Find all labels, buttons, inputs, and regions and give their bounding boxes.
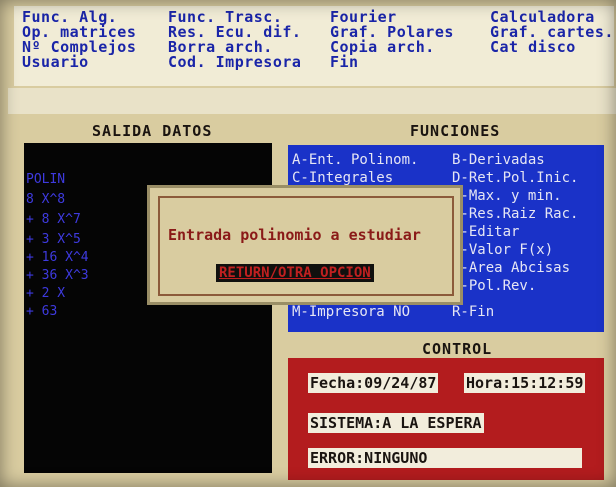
return-option-button[interactable]: RETURN/OTRA OPCION — [216, 264, 374, 282]
dialog-frame: Entrada polinomio a estudiar RETURN/OTRA… — [158, 196, 454, 296]
function-impresora[interactable]: M-Impresora NO — [292, 305, 410, 319]
status-stripe — [8, 88, 616, 114]
function-ent-polinom[interactable]: A-Ent. Polinom. — [292, 153, 418, 167]
menu-column-4: Calculadora Graf. cartes. Cat disco — [490, 10, 614, 55]
main-menu: Func. Alg. Op. matrices Nº Complejos Usu… — [14, 6, 614, 86]
output-line: + 2 X — [26, 286, 66, 301]
output-line: + 16 X^4 — [26, 250, 89, 265]
output-line: + 36 X^3 — [26, 268, 89, 283]
dialog-prompt: Entrada polinomio a estudiar — [168, 226, 421, 244]
output-line: POLIN — [26, 172, 66, 187]
function-res-raiz-rac[interactable]: H-Res.Raiz Rac. — [452, 207, 578, 221]
output-line: + 8 X^7 — [26, 212, 81, 227]
system-status: SISTEMA:A LA ESPERA — [308, 413, 484, 433]
error-status: ERROR:NINGUNO — [308, 448, 582, 468]
menu-column-2: Func. Trasc. Res. Ecu. dif. Borra arch. … — [168, 10, 301, 70]
menu-item-usuario[interactable]: Usuario — [22, 55, 136, 70]
function-derivadas[interactable]: B-Derivadas — [452, 153, 545, 167]
functions-title: FUNCIONES — [410, 122, 501, 140]
control-title: CONTROL — [422, 340, 493, 358]
function-fin[interactable]: R-Fin — [452, 305, 494, 319]
date-field: Fecha:09/24/87 — [308, 373, 439, 393]
time-field: Hora:15:12:59 — [464, 373, 586, 393]
menu-item-cod-impresora[interactable]: Cod. Impresora — [168, 55, 301, 70]
menu-column-1: Func. Alg. Op. matrices Nº Complejos Usu… — [22, 10, 136, 70]
output-line: 8 X^8 — [26, 192, 66, 207]
function-ret-pol-inic[interactable]: D-Ret.Pol.Inic. — [452, 171, 578, 185]
control-panel: Fecha:09/24/87 Hora:15:12:59 SISTEMA:A L… — [288, 358, 604, 480]
function-integrales[interactable]: C-Integrales — [292, 171, 393, 185]
output-line: + 63 — [26, 304, 58, 319]
function-valor-fx[interactable]: L-Valor F(x) — [452, 243, 553, 257]
output-title: SALIDA DATOS — [92, 122, 213, 140]
output-line: + 3 X^5 — [26, 232, 81, 247]
function-editar[interactable]: J-Editar — [452, 225, 519, 239]
screen: Func. Alg. Op. matrices Nº Complejos Usu… — [0, 0, 616, 487]
function-area-abcisas[interactable]: N-Area Abcisas — [452, 261, 570, 275]
menu-column-3: Fourier Graf. Polares Copia arch. Fin — [330, 10, 454, 70]
function-pol-rev[interactable]: P-Pol.Rev. — [452, 279, 536, 293]
function-max-min[interactable]: F-Max. y min. — [452, 189, 562, 203]
menu-item-fin[interactable]: Fin — [330, 55, 454, 70]
menu-item-cat-disco[interactable]: Cat disco — [490, 40, 614, 55]
input-dialog: Entrada polinomio a estudiar RETURN/OTRA… — [150, 188, 460, 302]
